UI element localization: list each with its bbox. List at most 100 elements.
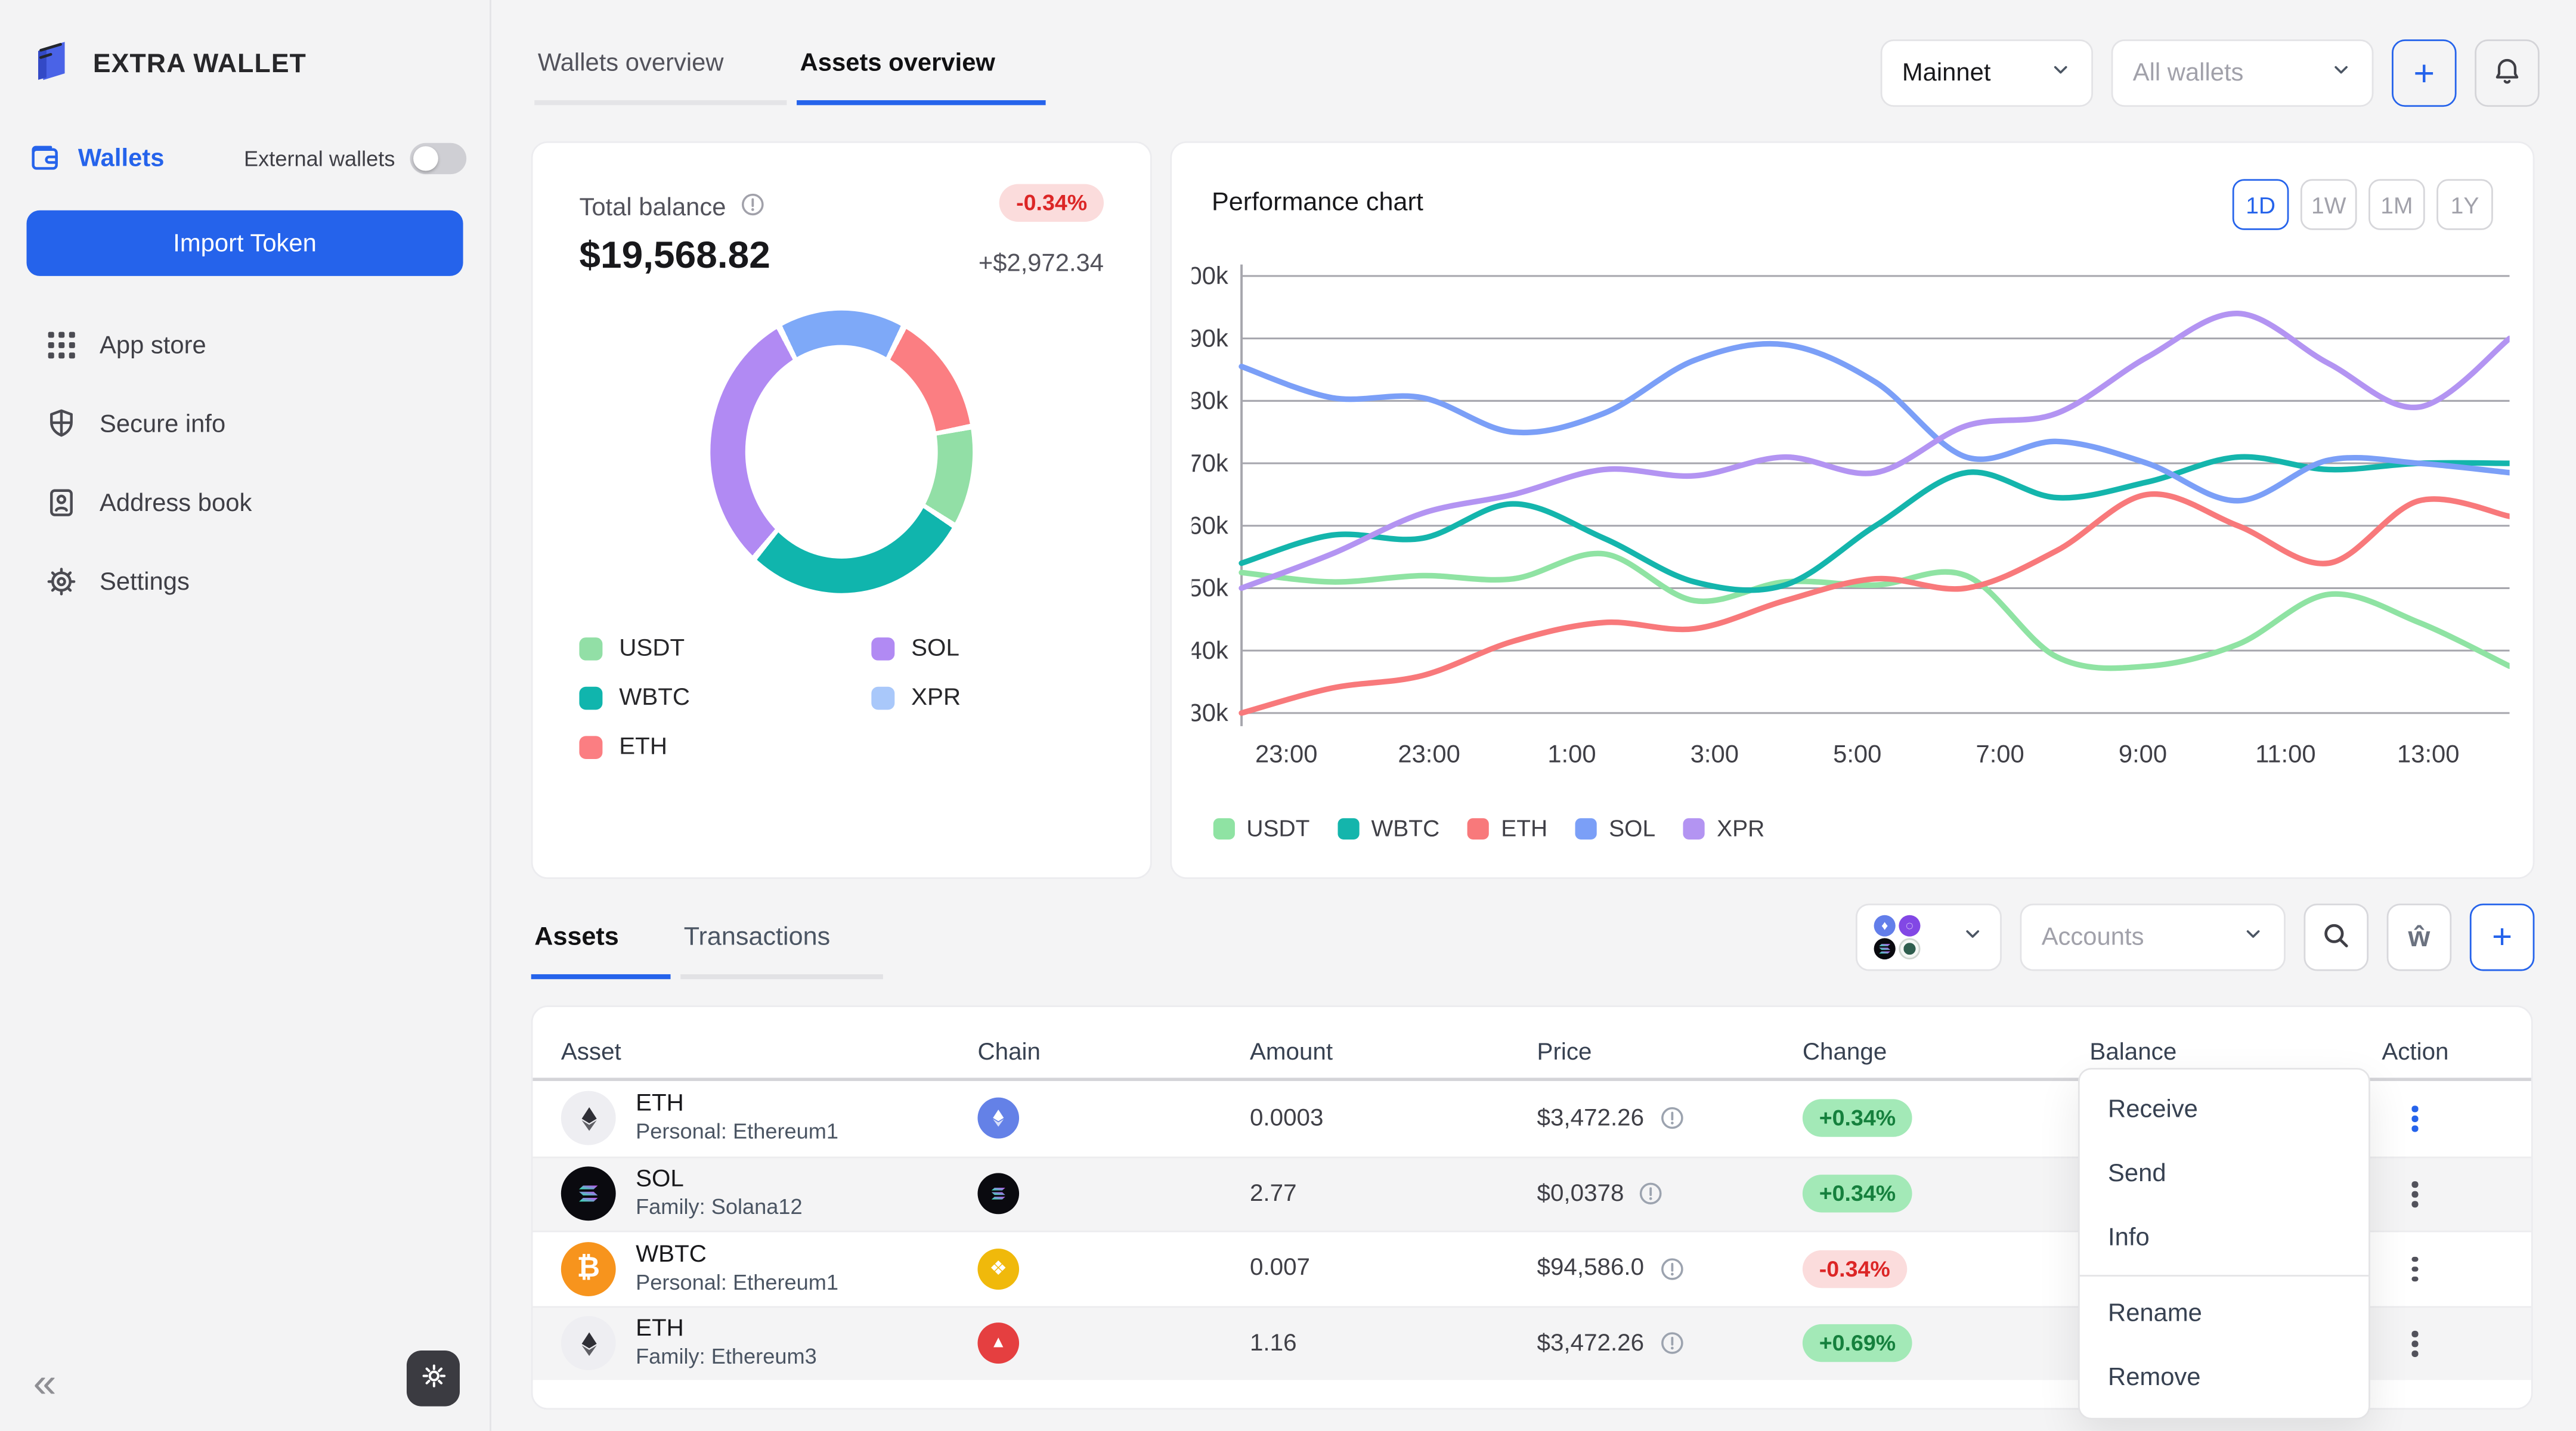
menu-item-info[interactable]: Info (2080, 1206, 2368, 1269)
polygon-token-icon: ◌ (1899, 915, 1920, 937)
column-header-action: Action (2382, 1039, 2531, 1065)
chart-legend-item-wbtc: WBTC (1338, 815, 1439, 841)
network-select-value: Mainnet (1902, 59, 1991, 87)
range-button-1m[interactable]: 1M (2368, 179, 2425, 230)
menu-item-receive[interactable]: Receive (2080, 1078, 2368, 1142)
sidebar-item-app-store[interactable]: App store (0, 306, 490, 385)
svg-text:70k: 70k (1192, 449, 1228, 477)
address-book-icon (45, 487, 78, 519)
asset-name: WBTC (636, 1240, 838, 1270)
total-balance-title: Total balance (579, 194, 726, 222)
row-actions-button[interactable] (2405, 1099, 2424, 1138)
tab-assets-overview[interactable]: Assets overview (797, 39, 1046, 105)
search-icon (2320, 919, 2352, 956)
wallet-connect-button[interactable]: ŵ (2387, 903, 2452, 971)
performance-chart-card: Performance chart 1D1W1M1Y 100k90k80k70k… (1170, 141, 2534, 879)
add-asset-button[interactable]: + (2470, 903, 2535, 971)
menu-item-rename[interactable]: Rename (2080, 1281, 2368, 1345)
menu-item-send[interactable]: Send (2080, 1142, 2368, 1206)
toggle-knob (413, 145, 438, 170)
range-button-1d[interactable]: 1D (2233, 179, 2289, 230)
change-cell: +0.34% (1803, 1175, 2090, 1213)
solana-token-icon (1874, 938, 1896, 959)
total-balance-card: Total balance -0.34% $19,568.82 +$2,972.… (531, 141, 1152, 879)
eth-asset-icon (561, 1317, 616, 1371)
tab-assets[interactable]: Assets (531, 924, 671, 980)
svg-text:11:00: 11:00 (2255, 740, 2315, 768)
donut-legend-item-wbtc: WBTC (579, 685, 871, 711)
legend-swatch (579, 736, 602, 759)
chain-cell: ▲ (977, 1323, 1249, 1364)
extra-wallet-logo-icon (27, 36, 77, 94)
column-header-balance: Balance (2089, 1039, 2382, 1065)
sidebar-item-secure-info[interactable]: Secure info (0, 385, 490, 463)
balance-change-amount: +$2,972.34 (979, 250, 1104, 278)
donut-legend-item-usdt: USDT (579, 636, 871, 662)
all-wallets-select[interactable]: All wallets (2111, 39, 2374, 107)
sol-asset-icon (561, 1167, 616, 1221)
wallets-label: Wallets (78, 144, 165, 172)
asset-name: ETH (636, 1089, 838, 1119)
row-actions-button[interactable] (2405, 1175, 2424, 1213)
info-icon[interactable] (739, 191, 767, 225)
row-actions-button[interactable] (2405, 1249, 2424, 1288)
grid-icon (45, 329, 78, 361)
change-badge: +0.34% (1803, 1175, 1912, 1213)
sidebar-item-settings[interactable]: Settings (0, 542, 490, 621)
tab-wallets-overview[interactable]: Wallets overview (534, 39, 787, 105)
add-wallet-button[interactable]: + (2392, 39, 2457, 107)
asset-account: Family: Ethereum3 (636, 1345, 817, 1373)
assets-header: AssetsTransactions ♦ ◌ Accounts (531, 900, 2535, 979)
svg-text:30k: 30k (1192, 699, 1228, 727)
price-cell: $3,472.26 (1537, 1330, 1803, 1358)
sidebar: EXTRA WALLET Wallets External wallets Im… (0, 0, 491, 1431)
bell-icon (2491, 55, 2523, 91)
action-cell (2382, 1099, 2531, 1138)
change-badge: +0.34% (1803, 1099, 1912, 1137)
chart-legend-item-usdt: USDT (1213, 815, 1310, 841)
theme-toggle-button[interactable] (407, 1351, 460, 1407)
accounts-select[interactable]: Accounts (2020, 903, 2286, 971)
svg-text:9:00: 9:00 (2119, 740, 2167, 768)
main-content: Wallets overviewAssets overview Mainnet … (493, 0, 2576, 1431)
avalanche-chain-icon: ▲ (977, 1323, 1019, 1364)
token-filter-select[interactable]: ♦ ◌ (1856, 903, 2002, 971)
asset-name: ETH (636, 1315, 817, 1345)
legend-swatch (579, 687, 602, 710)
chain-cell (977, 1098, 1249, 1139)
sidebar-item-address-book[interactable]: Address book (0, 463, 490, 542)
column-header-chain: Chain (977, 1039, 1249, 1065)
legend-swatch (1683, 817, 1705, 839)
chain-cell: ❖ (977, 1248, 1249, 1289)
range-button-1w[interactable]: 1W (2301, 179, 2357, 230)
chevron-down-icon (2330, 59, 2352, 87)
chart-legend-item-xpr: XPR (1683, 815, 1764, 841)
collapse-sidebar-icon[interactable]: « (33, 1364, 57, 1405)
import-token-button[interactable]: Import Token (27, 210, 463, 276)
chevron-down-icon (1962, 922, 1983, 952)
bnb-chain-icon: ❖ (977, 1248, 1019, 1289)
price-cell: $3,472.26 (1537, 1104, 1803, 1132)
donut-hole (745, 345, 938, 559)
notifications-button[interactable] (2475, 39, 2540, 107)
search-button[interactable] (2303, 903, 2368, 971)
legend-swatch (579, 637, 602, 661)
change-cell: -0.34% (1803, 1250, 2090, 1287)
ethereum-chain-icon (977, 1098, 1019, 1139)
external-wallets-toggle[interactable] (410, 142, 467, 173)
svg-text:23:00: 23:00 (1398, 740, 1460, 768)
amount-cell: 0.007 (1250, 1256, 1537, 1282)
menu-item-remove[interactable]: Remove (2080, 1346, 2368, 1410)
sidebar-item-wallets[interactable]: Wallets (28, 141, 164, 174)
token-icons-group: ♦ ◌ (1874, 915, 1922, 959)
range-button-1y[interactable]: 1Y (2436, 179, 2493, 230)
row-actions-button[interactable] (2405, 1324, 2424, 1363)
svg-text:100k: 100k (1192, 262, 1228, 290)
column-header-price: Price (1537, 1039, 1803, 1065)
chevron-down-icon (2050, 59, 2072, 87)
network-select[interactable]: Mainnet (1881, 39, 2093, 107)
svg-text:3:00: 3:00 (1690, 740, 1739, 768)
tab-transactions[interactable]: Transactions (680, 924, 883, 980)
asset-account: Personal: Ethereum1 (636, 1270, 838, 1298)
amount-cell: 0.0003 (1250, 1105, 1537, 1132)
